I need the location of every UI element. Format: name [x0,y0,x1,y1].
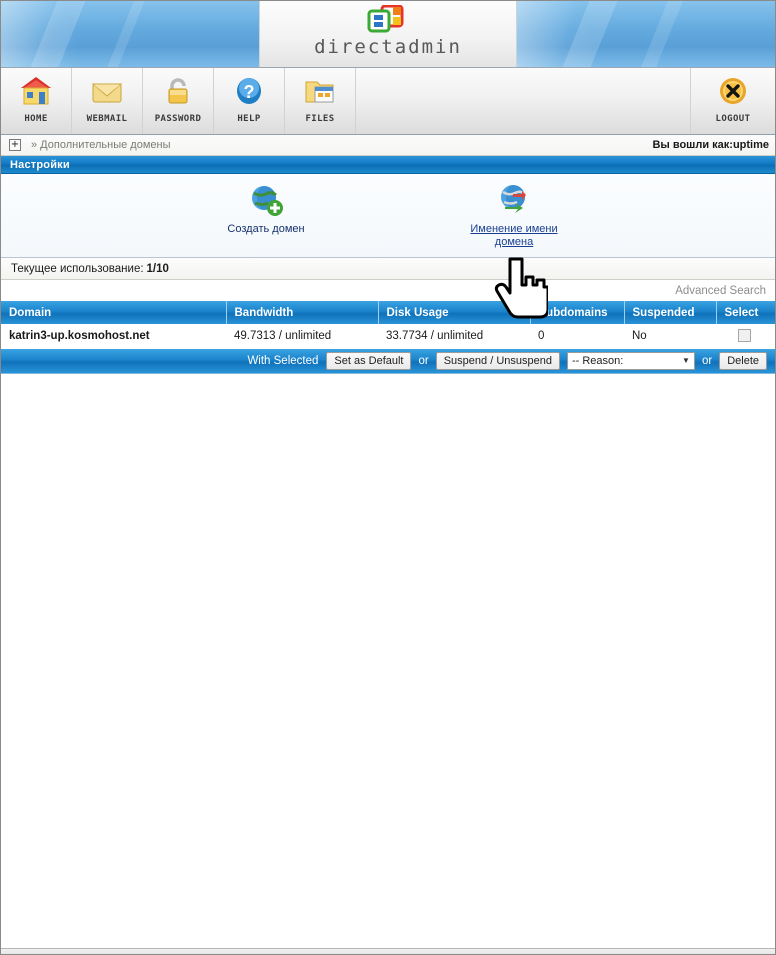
plus-box-icon[interactable]: + [9,139,21,151]
current-usage-row: Текущее использование: 1/10 [1,258,775,280]
globe-add-icon [248,183,284,219]
table-row: katrin3-up.kosmohost.net 49.7313 / unlim… [1,324,775,349]
set-as-default-button[interactable]: Set as Default [326,351,412,370]
breadcrumb-bar: + » Дополнительные домены Вы вошли как: … [1,135,775,156]
toolbar-item-webmail[interactable]: WEBMAIL [72,68,143,134]
x-circle-icon [716,73,750,109]
cell-domain[interactable]: katrin3-up.kosmohost.net [1,324,226,349]
section-title: Настройки [1,156,775,174]
cell-select [716,324,775,349]
content-filler [1,373,775,948]
toolbar-item-label: WEBMAIL [86,114,128,124]
breadcrumb-path[interactable]: » Дополнительные домены [31,139,171,151]
or-label-1: or [418,354,429,367]
globe-rename-icon [496,183,532,219]
directadmin-logo-icon [366,4,410,35]
banner-right-decoration [517,1,775,67]
logged-in-label: Вы вошли как: [652,139,733,151]
create-domain-action[interactable]: Создать домен [217,183,315,236]
domains-table: Domain Bandwidth Disk Usage Subdomains S… [1,301,775,349]
column-header-subdomains[interactable]: Subdomains [530,301,625,324]
question-mark-icon: ? [232,73,266,109]
current-usage-label: Текущее использование: [11,262,144,275]
brand-wordmark: directadmin [314,36,462,58]
toolbar-item-password[interactable]: PASSWORD [143,68,214,134]
bulk-actions-bar: With Selected Set as Default or Suspend … [1,348,775,374]
toolbar-spacer [356,68,691,134]
column-header-disk-usage[interactable]: Disk Usage [378,301,531,324]
padlock-icon [161,73,195,109]
logged-in-username[interactable]: uptime [733,139,769,151]
column-header-select[interactable]: Select [716,301,775,324]
cell-suspended: No [624,324,716,349]
toolbar-item-label: HELP [237,114,261,124]
column-header-domain[interactable]: Domain [1,301,227,324]
toolbar-item-label: PASSWORD [154,114,202,124]
banner-left-decoration [1,1,259,67]
cell-bandwidth: 49.7313 / unlimited [226,324,378,349]
main-toolbar: HOME WEBMAIL PASSWORD ? HELP FILES LOGOU… [1,68,775,135]
cell-disk-usage: 33.7734 / unlimited [378,324,530,349]
advanced-search-row: Advanced Search [1,280,775,301]
folder-window-icon [303,73,337,109]
svg-text:?: ? [244,82,255,102]
envelope-icon [90,73,124,109]
advanced-search-link[interactable]: Advanced Search [675,285,766,297]
brand-logo-area: directadmin [259,1,517,67]
toolbar-item-logout[interactable]: LOGOUT [691,68,775,134]
reason-select-value: -- Reason: [571,354,624,367]
chevron-down-icon: ▼ [682,356,690,365]
column-header-bandwidth[interactable]: Bandwidth [226,301,379,324]
toolbar-item-help[interactable]: ? HELP [214,68,285,134]
house-icon [19,73,53,109]
toolbar-item-home[interactable]: HOME [1,68,72,134]
toolbar-item-files[interactable]: FILES [285,68,356,134]
page-footer-strip [1,948,775,954]
toolbar-item-label: HOME [24,114,48,124]
rename-domain-label: Именение имени домена [470,223,558,248]
table-header-row: Domain Bandwidth Disk Usage Subdomains S… [1,301,775,324]
settings-icon-panel: Создать домен Именение имени домена [1,174,775,258]
with-selected-label: With Selected [247,354,319,367]
brand-banner: directadmin [1,1,775,68]
delete-button[interactable]: Delete [719,351,767,370]
directadmin-page: directadmin HOME WEBMAIL PASSWORD ? HELP… [0,0,776,955]
current-usage-value: 1/10 [146,262,169,275]
toolbar-item-label: FILES [305,114,335,124]
column-header-suspended[interactable]: Suspended [624,301,717,324]
suspend-unsuspend-button[interactable]: Suspend / Unsuspend [435,351,560,370]
reason-select[interactable]: -- Reason: ▼ [566,351,695,370]
rename-domain-action[interactable]: Именение имени домена [465,183,563,249]
row-select-checkbox[interactable] [738,329,751,343]
or-label-2: or [701,354,713,367]
toolbar-item-label: LOGOUT [715,114,751,124]
create-domain-label: Создать домен [227,223,305,235]
cell-subdomains: 0 [530,324,624,349]
